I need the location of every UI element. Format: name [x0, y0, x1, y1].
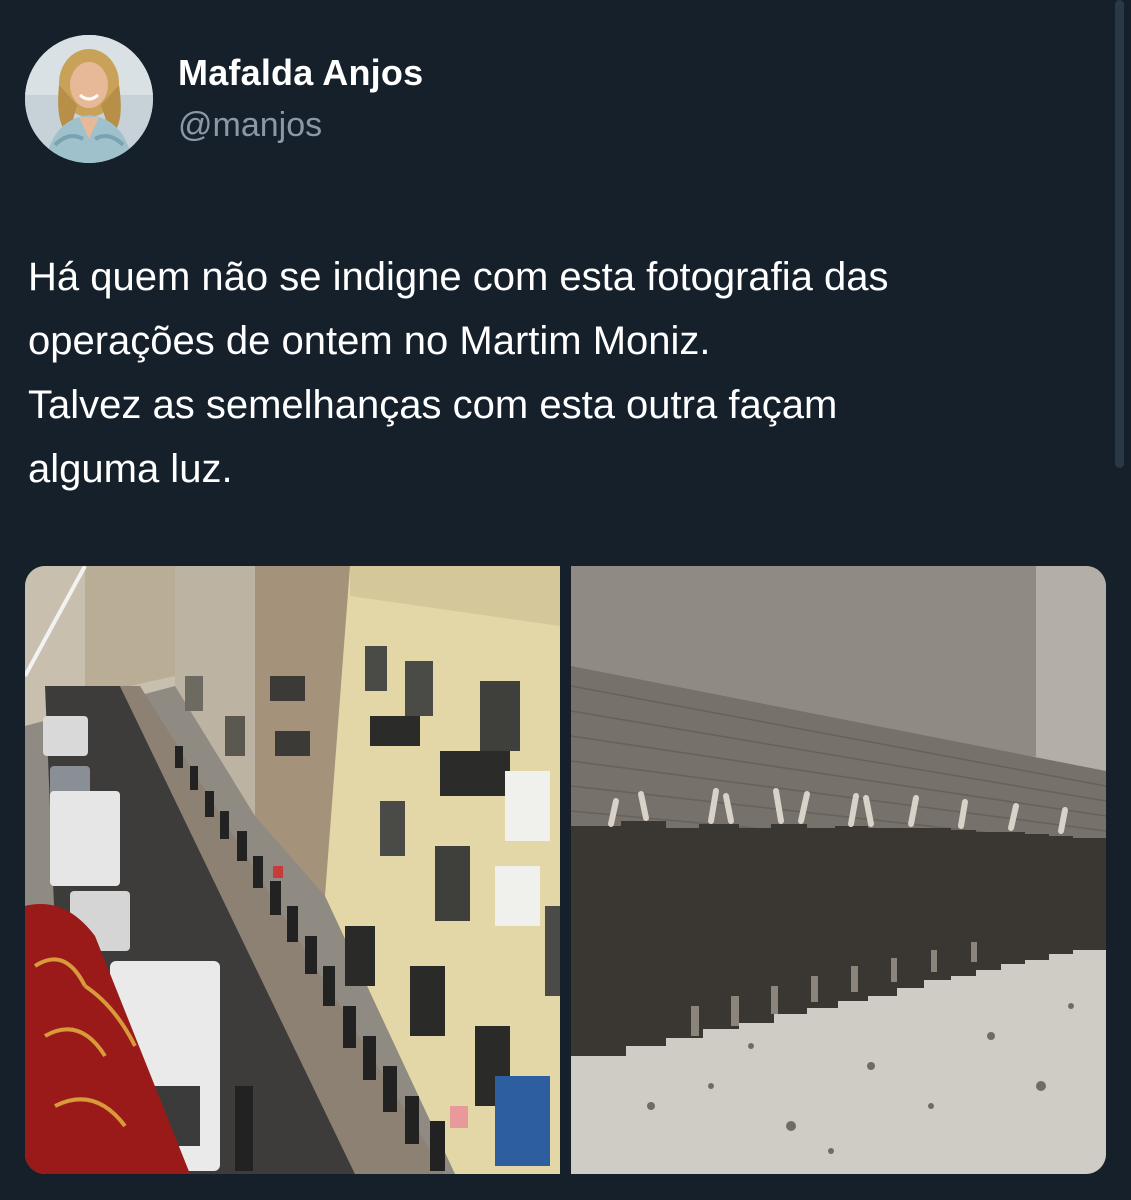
avatar[interactable]: [25, 35, 153, 163]
tweet-media: [25, 566, 1106, 1174]
tweet-card: Mafalda Anjos @manjos Há quem não se ind…: [0, 0, 1131, 1200]
tweet-text-line: operações de ontem no Martim Moniz.: [28, 319, 711, 363]
tweet-text-line: Há quem não se indigne com esta fotograf…: [28, 255, 889, 299]
author-handle[interactable]: @manjos: [178, 106, 322, 145]
tweet-text-line: alguma luz.: [28, 447, 233, 491]
author-name[interactable]: Mafalda Anjos: [178, 52, 423, 94]
tweet-text: Há quem não se indigne com esta fotograf…: [28, 245, 1098, 501]
historical-wall-photo[interactable]: [571, 566, 1106, 1174]
tweet-text-line: Talvez as semelhanças com esta outra faç…: [28, 383, 838, 427]
street-photo[interactable]: [25, 566, 560, 1174]
avatar-image: [25, 35, 153, 163]
scrollbar-thumb[interactable]: [1115, 0, 1124, 468]
